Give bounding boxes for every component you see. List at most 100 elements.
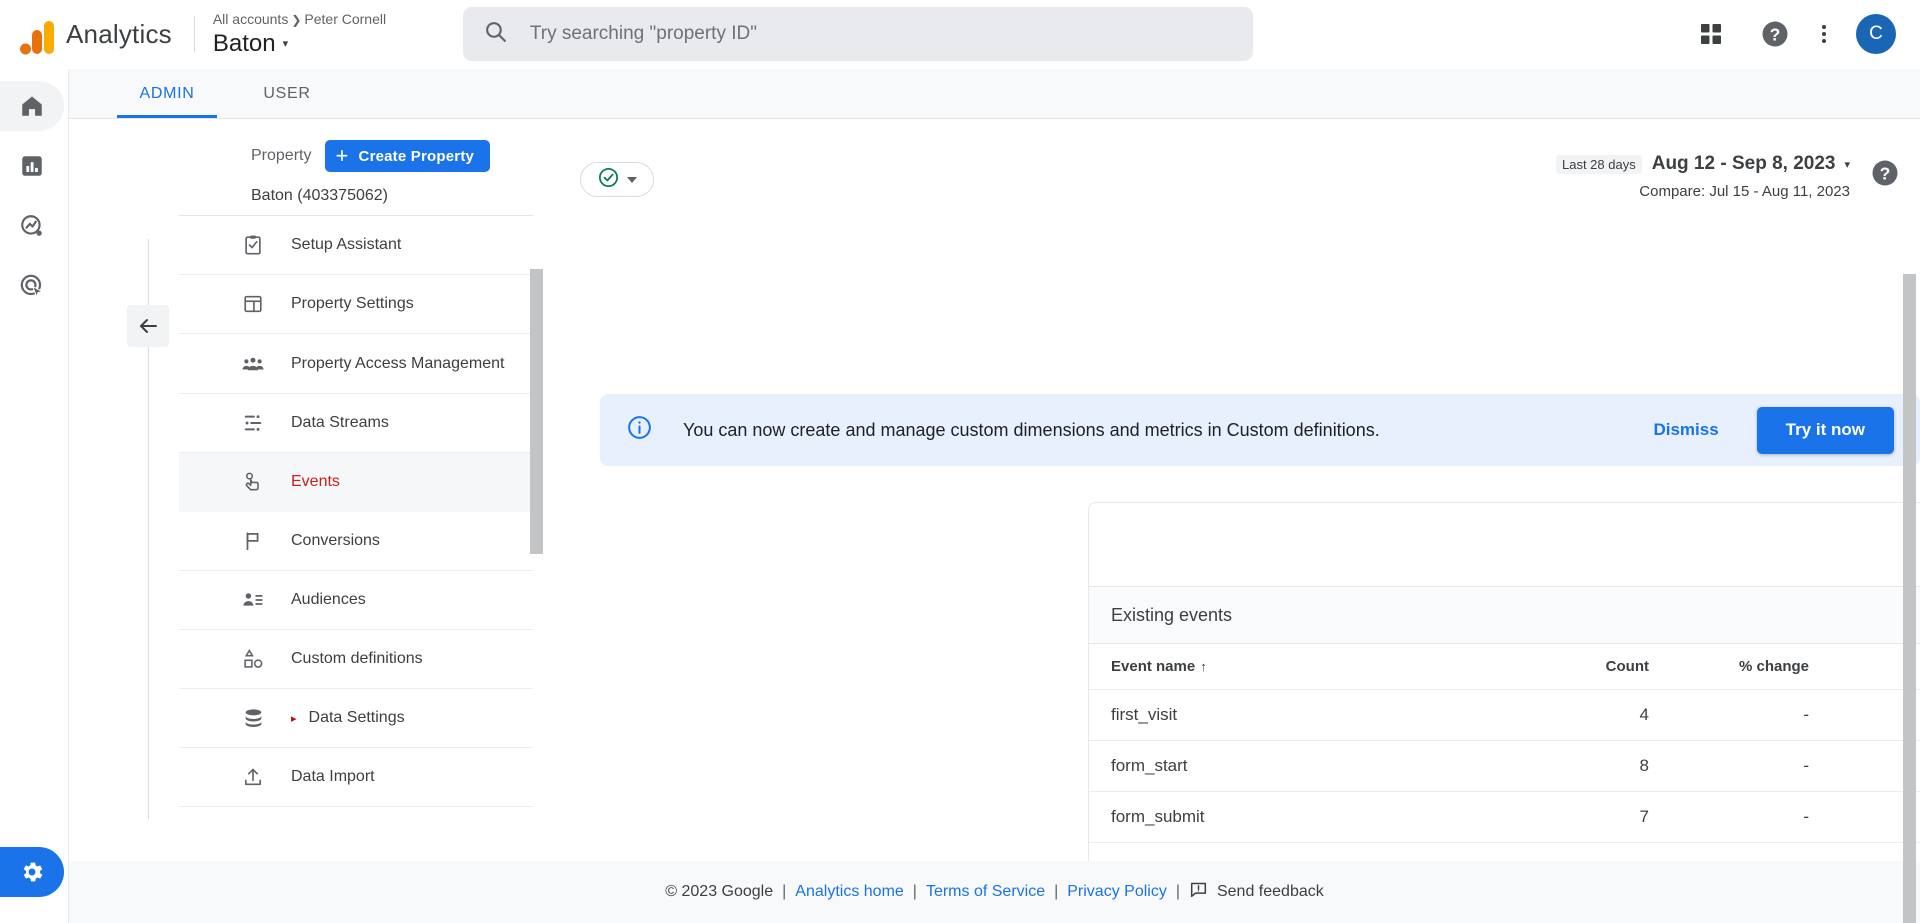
data-streams-icon [241,411,265,435]
nav-item-audiences[interactable]: Audiences [179,571,533,630]
send-feedback-button[interactable]: Send feedback [1189,880,1324,904]
nav-item-data-import[interactable]: Data Import [179,748,533,807]
sort-ascending-icon: ↑ [1200,659,1207,675]
table-row[interactable]: first_visit 4 - 4 - [1089,689,1920,741]
nav-label: Property Settings [291,295,414,312]
cell-count-change: - [1649,689,1809,741]
existing-events-title: Existing events [1111,604,1233,625]
footer-link-privacy-policy[interactable]: Privacy Policy [1067,883,1167,901]
property-section-label: Property [251,147,312,164]
nav-item-property-access-management[interactable]: Property Access Management [179,334,533,394]
property-navigation-panel: Property + Create Property Baton (403375… [179,119,549,819]
selected-property-label[interactable]: Baton (403375062) [179,176,533,216]
table-header-row: Event name↑ Count % change Users % chang… [1089,644,1920,690]
nav-item-events[interactable]: Events [179,453,533,512]
property-panel-scrollbar[interactable] [530,269,543,554]
nav-label: Conversions [291,532,380,549]
google-analytics-logo-icon [16,13,58,55]
table-header: Event name↑ Count % change Users % chang… [1089,644,1920,690]
flag-icon [241,529,265,553]
date-preset-badge: Last 28 days [1556,154,1642,174]
breadcrumb-account-name[interactable]: Peter Cornell [304,11,386,27]
rail-item-admin[interactable] [0,847,64,897]
expand-triangle-icon[interactable]: ▸ [291,712,297,725]
data-status-pill[interactable] [580,162,654,197]
global-search-bar[interactable] [462,7,1253,61]
nav-item-conversions[interactable]: Conversions [179,512,533,571]
nav-label: Setup Assistant [291,236,402,253]
cell-event-name: first_visit [1089,689,1489,741]
footer-separator: | [912,883,917,900]
rail-item-advertising[interactable] [0,261,64,311]
svg-text:?: ? [1880,163,1891,183]
date-range-help-icon[interactable]: ? [1870,158,1900,188]
tab-admin[interactable]: ADMIN [107,69,227,118]
collapse-panel-button[interactable] [127,305,169,347]
footer-separator: | [1054,883,1059,900]
nav-item-data-settings[interactable]: ▸ Data Settings [179,689,533,748]
try-it-now-button[interactable]: Try it now [1756,406,1894,454]
date-range-primary: Last 28 days Aug 12 - Sep 8, 2023 ▾ [1556,149,1850,179]
footer-link-terms-of-service[interactable]: Terms of Service [926,883,1045,901]
person-list-icon [241,588,265,612]
nav-label: Audiences [291,591,366,608]
nav-label: Custom definitions [291,650,423,667]
column-header-count-change[interactable]: % change [1649,644,1809,690]
nav-item-custom-definitions[interactable]: Custom definitions [179,630,533,689]
nav-item-setup-assistant[interactable]: Setup Assistant [179,216,533,275]
existing-events-card: Modify event Create event Existing event… [1088,502,1920,923]
apps-grid-icon[interactable] [1694,17,1728,51]
date-range-value[interactable]: Aug 12 - Sep 8, 2023 [1652,153,1836,175]
table-row[interactable]: form_start 8 - 2 - [1089,740,1920,792]
breadcrumb-chevron-icon: ❯ [291,12,302,27]
top-navigation-bar: Analytics All accounts ❯ Peter Cornell Bat… [0,0,1920,69]
check-circle-icon [597,166,620,194]
tab-user[interactable]: USER [227,69,347,118]
rail-item-home[interactable] [0,81,64,131]
dismiss-banner-button[interactable]: Dismiss [1653,420,1718,440]
help-circle-icon[interactable]: ? [1758,17,1792,51]
property-name-dropdown[interactable]: Baton ▾ [213,29,393,59]
footer-separator: | [1175,883,1180,900]
nav-item-property-settings[interactable]: Property Settings [179,275,533,334]
send-feedback-label: Send feedback [1216,883,1324,900]
chevron-down-icon: ▾ [282,37,289,50]
account-selector[interactable]: All accounts ❯ Peter Cornell Baton ▾ [213,10,393,59]
chevron-down-icon[interactable]: ▾ [1844,158,1850,171]
breadcrumb: All accounts ❯ Peter Cornell [213,10,393,29]
column-header-event-name[interactable]: Event name ↑ [1089,644,1489,690]
admin-body: Property + Create Property Baton (403375… [69,119,1920,923]
kebab-menu-icon[interactable] [1822,25,1826,43]
column-label: Event name [1111,658,1196,676]
tap-hand-icon [241,470,265,494]
events-main-panel: Last 28 days Aug 12 - Sep 8, 2023 ▾ Comp… [557,119,1920,923]
breadcrumb-all-accounts[interactable]: All accounts [213,11,288,27]
people-group-icon [241,352,265,376]
rail-item-explore[interactable] [0,201,64,251]
main-scrollbar[interactable] [1903,274,1916,923]
avatar[interactable]: C [1856,14,1896,54]
rail-item-reports[interactable] [0,141,64,191]
footer-link-analytics-home[interactable]: Analytics home [795,883,904,901]
plus-icon: + [335,143,349,168]
date-compare-label: Compare: Jul 15 - Aug 11, 2023 [1639,183,1850,200]
existing-events-subheader: Existing events [1089,586,1920,644]
nav-item-data-streams[interactable]: Data Streams [179,394,533,453]
shapes-icon [241,647,265,671]
svg-text:?: ? [1770,24,1781,44]
create-property-button[interactable]: + Create Property [325,140,491,172]
feedback-icon [1189,880,1208,904]
cell-count-change: - [1649,791,1809,843]
top-bar-actions: ? C [1694,14,1920,54]
property-panel-header: Property + Create Property [179,136,549,176]
property-nav-list: Setup Assistant Property Settings Proper… [179,216,533,807]
column-header-count[interactable]: Count [1489,644,1649,690]
create-property-label: Create Property [358,147,475,165]
nav-label: Data Settings [308,709,405,726]
property-name-label: Baton [212,29,276,57]
table-row[interactable]: form_submit 7 - 1 - [1089,791,1920,843]
search-input[interactable] [529,23,1233,45]
layout-panel-icon [241,292,265,316]
date-range-selector: Last 28 days Aug 12 - Sep 8, 2023 ▾ Comp… [1556,149,1850,200]
nav-label: Data Import [291,768,375,785]
